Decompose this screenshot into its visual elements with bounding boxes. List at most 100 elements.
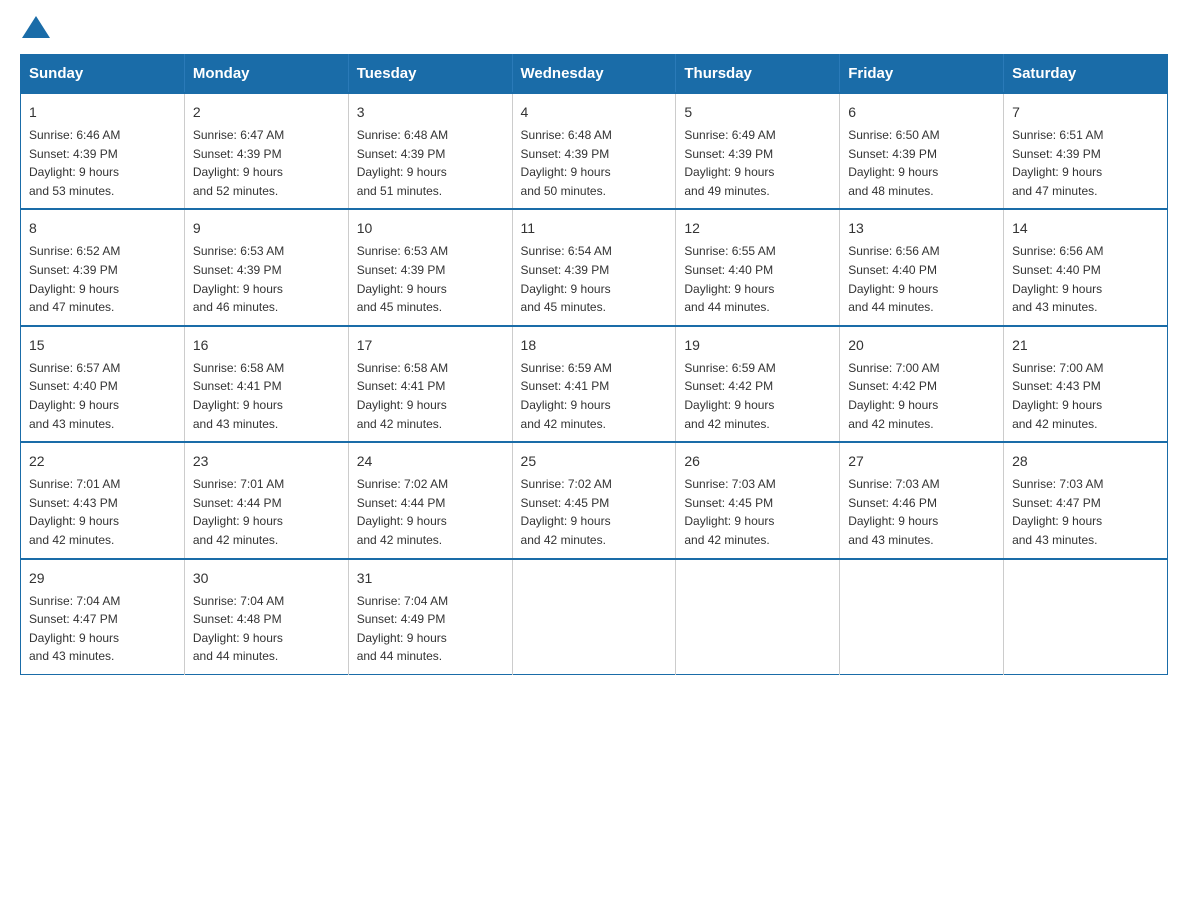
day-cell: 5 Sunrise: 6:49 AM Sunset: 4:39 PM Daylig… — [676, 93, 840, 209]
day-info: Sunrise: 7:03 AM Sunset: 4:46 PM Dayligh… — [848, 475, 995, 549]
day-cell: 13 Sunrise: 6:56 AM Sunset: 4:40 PM Dayli… — [840, 209, 1004, 325]
day-cell: 4 Sunrise: 6:48 AM Sunset: 4:39 PM Daylig… — [512, 93, 676, 209]
day-cell: 27 Sunrise: 7:03 AM Sunset: 4:46 PM Dayli… — [840, 442, 1004, 558]
day-info: Sunrise: 6:52 AM Sunset: 4:39 PM Dayligh… — [29, 242, 176, 316]
day-number: 9 — [193, 218, 340, 239]
day-info: Sunrise: 6:57 AM Sunset: 4:40 PM Dayligh… — [29, 359, 176, 433]
day-cell — [840, 559, 1004, 675]
page-header — [20, 20, 1168, 34]
day-cell: 26Sunrise: 7:03 AM Sunset: 4:45 PM Dayli… — [676, 442, 840, 558]
calendar-body: 1Sunrise: 6:46 AM Sunset: 4:39 PM Daylig… — [21, 93, 1168, 674]
day-info: Sunrise: 6:53 AM Sunset: 4:39 PM Dayligh… — [357, 242, 504, 316]
day-cell: 17Sunrise: 6:58 AM Sunset: 4:41 PM Dayli… — [348, 326, 512, 442]
day-cell — [512, 559, 676, 675]
day-cell: 23 Sunrise: 7:01 AM Sunset: 4:44 PM Dayli… — [184, 442, 348, 558]
day-info: Sunrise: 6:56 AM Sunset: 4:40 PM Dayligh… — [848, 242, 995, 316]
day-cell: 21Sunrise: 7:00 AM Sunset: 4:43 PM Dayli… — [1004, 326, 1168, 442]
day-number: 28 — [1012, 451, 1159, 472]
calendar-header: SundayMondayTuesdayWednesdayThursdayFrid… — [21, 55, 1168, 94]
day-cell: 31 Sunrise: 7:04 AM Sunset: 4:49 PM Dayli… — [348, 559, 512, 675]
day-number: 4 — [521, 102, 668, 123]
day-cell — [1004, 559, 1168, 675]
day-cell: 16Sunrise: 6:58 AM Sunset: 4:41 PM Dayli… — [184, 326, 348, 442]
logo — [20, 20, 50, 34]
day-info: Sunrise: 7:02 AM Sunset: 4:44 PM Dayligh… — [357, 475, 504, 549]
day-number: 31 — [357, 568, 504, 589]
day-number: 17 — [357, 335, 504, 356]
day-number: 5 — [684, 102, 831, 123]
day-number: 22 — [29, 451, 176, 472]
day-number: 11 — [521, 218, 668, 239]
day-info: Sunrise: 6:59 AM Sunset: 4:41 PM Dayligh… — [521, 359, 668, 433]
day-cell: 8 Sunrise: 6:52 AM Sunset: 4:39 PM Daylig… — [21, 209, 185, 325]
day-info: Sunrise: 6:48 AM Sunset: 4:39 PM Dayligh… — [521, 126, 668, 200]
day-info: Sunrise: 6:48 AM Sunset: 4:39 PM Dayligh… — [357, 126, 504, 200]
logo-triangle-icon — [22, 16, 50, 38]
day-info: Sunrise: 7:04 AM Sunset: 4:49 PM Dayligh… — [357, 592, 504, 666]
day-number: 14 — [1012, 218, 1159, 239]
day-cell: 10 Sunrise: 6:53 AM Sunset: 4:39 PM Dayli… — [348, 209, 512, 325]
day-cell: 12 Sunrise: 6:55 AM Sunset: 4:40 PM Dayli… — [676, 209, 840, 325]
day-info: Sunrise: 6:53 AM Sunset: 4:39 PM Dayligh… — [193, 242, 340, 316]
header-cell-wednesday: Wednesday — [512, 55, 676, 94]
day-number: 24 — [357, 451, 504, 472]
day-info: Sunrise: 7:01 AM Sunset: 4:44 PM Dayligh… — [193, 475, 340, 549]
day-number: 25 — [521, 451, 668, 472]
day-number: 21 — [1012, 335, 1159, 356]
day-cell: 6Sunrise: 6:50 AM Sunset: 4:39 PM Daylig… — [840, 93, 1004, 209]
day-info: Sunrise: 6:55 AM Sunset: 4:40 PM Dayligh… — [684, 242, 831, 316]
day-number: 8 — [29, 218, 176, 239]
day-number: 13 — [848, 218, 995, 239]
week-row-3: 15 Sunrise: 6:57 AM Sunset: 4:40 PM Dayli… — [21, 326, 1168, 442]
day-cell: 28Sunrise: 7:03 AM Sunset: 4:47 PM Dayli… — [1004, 442, 1168, 558]
day-cell: 29 Sunrise: 7:04 AM Sunset: 4:47 PM Dayli… — [21, 559, 185, 675]
day-cell: 1Sunrise: 6:46 AM Sunset: 4:39 PM Daylig… — [21, 93, 185, 209]
week-row-2: 8 Sunrise: 6:52 AM Sunset: 4:39 PM Daylig… — [21, 209, 1168, 325]
day-cell: 22 Sunrise: 7:01 AM Sunset: 4:43 PM Dayli… — [21, 442, 185, 558]
day-info: Sunrise: 7:01 AM Sunset: 4:43 PM Dayligh… — [29, 475, 176, 549]
day-number: 26 — [684, 451, 831, 472]
header-cell-friday: Friday — [840, 55, 1004, 94]
header-cell-thursday: Thursday — [676, 55, 840, 94]
day-cell: 20 Sunrise: 7:00 AM Sunset: 4:42 PM Dayli… — [840, 326, 1004, 442]
day-number: 12 — [684, 218, 831, 239]
day-info: Sunrise: 7:02 AM Sunset: 4:45 PM Dayligh… — [521, 475, 668, 549]
day-cell: 24 Sunrise: 7:02 AM Sunset: 4:44 PM Dayli… — [348, 442, 512, 558]
day-info: Sunrise: 6:51 AM Sunset: 4:39 PM Dayligh… — [1012, 126, 1159, 200]
day-info: Sunrise: 7:00 AM Sunset: 4:42 PM Dayligh… — [848, 359, 995, 433]
day-cell: 7 Sunrise: 6:51 AM Sunset: 4:39 PM Daylig… — [1004, 93, 1168, 209]
day-cell: 18 Sunrise: 6:59 AM Sunset: 4:41 PM Dayli… — [512, 326, 676, 442]
week-row-1: 1Sunrise: 6:46 AM Sunset: 4:39 PM Daylig… — [21, 93, 1168, 209]
header-cell-tuesday: Tuesday — [348, 55, 512, 94]
day-number: 7 — [1012, 102, 1159, 123]
day-cell: 25 Sunrise: 7:02 AM Sunset: 4:45 PM Dayli… — [512, 442, 676, 558]
day-info: Sunrise: 7:04 AM Sunset: 4:48 PM Dayligh… — [193, 592, 340, 666]
day-info: Sunrise: 6:58 AM Sunset: 4:41 PM Dayligh… — [193, 359, 340, 433]
day-number: 18 — [521, 335, 668, 356]
day-cell: 19Sunrise: 6:59 AM Sunset: 4:42 PM Dayli… — [676, 326, 840, 442]
day-info: Sunrise: 6:59 AM Sunset: 4:42 PM Dayligh… — [684, 359, 831, 433]
day-cell: 2Sunrise: 6:47 AM Sunset: 4:39 PM Daylig… — [184, 93, 348, 209]
day-number: 15 — [29, 335, 176, 356]
header-cell-saturday: Saturday — [1004, 55, 1168, 94]
week-row-4: 22 Sunrise: 7:01 AM Sunset: 4:43 PM Dayli… — [21, 442, 1168, 558]
day-info: Sunrise: 6:54 AM Sunset: 4:39 PM Dayligh… — [521, 242, 668, 316]
day-cell: 30Sunrise: 7:04 AM Sunset: 4:48 PM Dayli… — [184, 559, 348, 675]
day-number: 6 — [848, 102, 995, 123]
week-row-5: 29 Sunrise: 7:04 AM Sunset: 4:47 PM Dayli… — [21, 559, 1168, 675]
day-number: 23 — [193, 451, 340, 472]
day-number: 10 — [357, 218, 504, 239]
header-cell-monday: Monday — [184, 55, 348, 94]
calendar-table: SundayMondayTuesdayWednesdayThursdayFrid… — [20, 54, 1168, 675]
day-info: Sunrise: 7:04 AM Sunset: 4:47 PM Dayligh… — [29, 592, 176, 666]
day-cell: 11 Sunrise: 6:54 AM Sunset: 4:39 PM Dayli… — [512, 209, 676, 325]
day-number: 3 — [357, 102, 504, 123]
day-info: Sunrise: 6:49 AM Sunset: 4:39 PM Dayligh… — [684, 126, 831, 200]
day-cell: 15 Sunrise: 6:57 AM Sunset: 4:40 PM Dayli… — [21, 326, 185, 442]
day-number: 20 — [848, 335, 995, 356]
day-number: 27 — [848, 451, 995, 472]
day-number: 29 — [29, 568, 176, 589]
day-info: Sunrise: 6:56 AM Sunset: 4:40 PM Dayligh… — [1012, 242, 1159, 316]
day-info: Sunrise: 6:46 AM Sunset: 4:39 PM Dayligh… — [29, 126, 176, 200]
day-cell: 9 Sunrise: 6:53 AM Sunset: 4:39 PM Daylig… — [184, 209, 348, 325]
